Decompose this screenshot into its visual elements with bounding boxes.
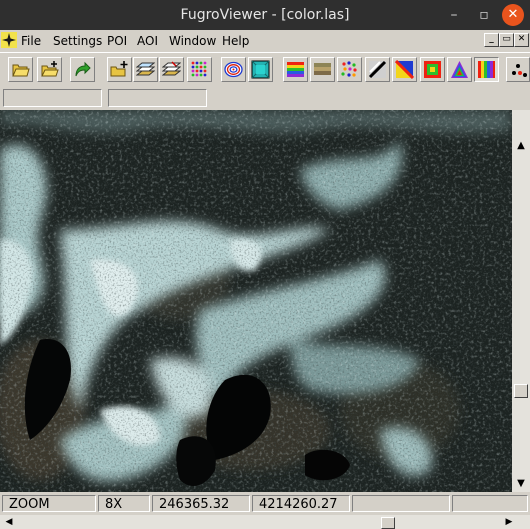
maximize-button[interactable]: ▫ <box>474 5 494 25</box>
folder-plus-icon[interactable] <box>107 57 132 82</box>
scroll-right-icon[interactable]: ▶ <box>502 515 516 529</box>
scroll-left-icon[interactable]: ◀ <box>2 515 16 529</box>
empty-field-2 <box>108 89 207 107</box>
status-y-coordinate: 4214260.27 <box>252 495 350 512</box>
terrain-image[interactable] <box>0 110 512 492</box>
menu-poi[interactable]: POI <box>107 34 127 48</box>
menu-aoi[interactable]: AOI <box>137 34 158 48</box>
title-bar: FugroViewer - [color.las] – ▫ ✕ <box>0 0 530 30</box>
menu-bar: File Settings POI AOI Window Help _ ▭ ✕ <box>0 31 530 51</box>
vertical-scrollbar[interactable]: ▲ ▼ <box>512 110 530 492</box>
mdi-minimize-button[interactable]: _ <box>484 33 499 47</box>
mdi-restore-button[interactable]: ▭ <box>499 33 514 47</box>
open-folder-add-icon[interactable] <box>37 57 62 82</box>
vertical-bars-icon[interactable] <box>474 57 499 82</box>
status-mode: ZOOM <box>2 495 96 512</box>
menu-window[interactable]: Window <box>169 34 216 48</box>
gradient-triangle-icon[interactable] <box>392 57 417 82</box>
rainbow-bands-icon[interactable] <box>283 57 308 82</box>
menu-help[interactable]: Help <box>222 34 249 48</box>
toolbar <box>0 52 530 87</box>
nested-squares-icon[interactable] <box>420 57 445 82</box>
mdi-close-button[interactable]: ✕ <box>514 33 529 47</box>
contour-rings-icon[interactable] <box>221 57 246 82</box>
redo-arrow-icon[interactable] <box>70 57 95 82</box>
color-dots-icon[interactable] <box>337 57 362 82</box>
layers-add-icon[interactable] <box>133 57 158 82</box>
rainbow-triangle-icon[interactable] <box>447 57 472 82</box>
minimize-button[interactable]: – <box>444 5 464 25</box>
layers-select-icon[interactable] <box>159 57 184 82</box>
status-zoom: 8X <box>98 495 150 512</box>
horizontal-scroll-thumb[interactable] <box>381 517 396 529</box>
brown-bands-icon[interactable] <box>310 57 335 82</box>
status-x-coordinate: 246365.32 <box>152 495 250 512</box>
open-folder-icon[interactable] <box>8 57 33 82</box>
status-extra <box>352 495 450 512</box>
empty-field-1 <box>3 89 102 107</box>
app-icon[interactable] <box>1 32 17 48</box>
dots-icon[interactable] <box>506 57 530 82</box>
status-extra-2 <box>452 495 528 512</box>
teal-square-icon[interactable] <box>248 57 273 82</box>
close-button[interactable]: ✕ <box>502 4 524 26</box>
scroll-down-icon[interactable]: ▼ <box>513 476 529 492</box>
scroll-up-icon[interactable]: ▲ <box>513 138 529 154</box>
horizontal-scrollbar[interactable]: ◀ ▶ <box>0 515 530 529</box>
menu-settings[interactable]: Settings <box>53 34 102 48</box>
menu-file[interactable]: File <box>21 34 41 48</box>
diagonal-line-icon[interactable] <box>365 57 390 82</box>
field-row <box>0 87 530 109</box>
vertical-scroll-thumb[interactable] <box>514 383 528 398</box>
las-image-view[interactable] <box>0 110 512 492</box>
color-dots-grid-icon[interactable] <box>187 57 212 82</box>
status-bar: ZOOM 8X 246365.32 4214260.27 <box>0 493 530 515</box>
